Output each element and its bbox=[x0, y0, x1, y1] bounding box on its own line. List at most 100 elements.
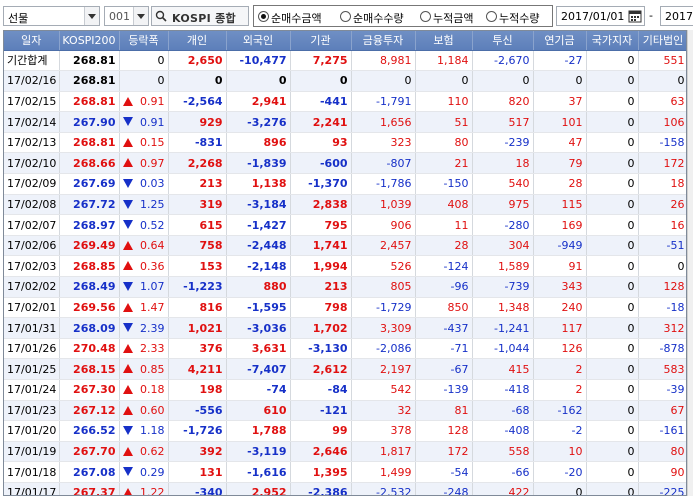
table-row[interactable]: 17/02/06 269.49 0.64 758 -2,448 1,741 2,457 28 3… bbox=[4, 235, 686, 257]
vertical-scrollbar[interactable] bbox=[687, 30, 693, 496]
table-row[interactable]: 17/01/25 268.15 0.85 4,211 -7,407 2,612 2,197-… bbox=[4, 358, 686, 380]
date-to-field[interactable]: 2017/ bbox=[660, 6, 693, 26]
change-value: 0.18 bbox=[140, 383, 165, 397]
column-header[interactable]: 금융투자 bbox=[351, 31, 416, 51]
value-cell: -96 bbox=[415, 276, 473, 298]
table-row[interactable]: 17/01/23 267.12 0.60 -556 610 -121 32 81 -68 -162… bbox=[4, 400, 686, 422]
table-row[interactable]: 17/02/08 267.72 1.25 319 -3,184 2,838 1,039 408… bbox=[4, 194, 686, 216]
value-cell: 0 bbox=[533, 70, 587, 92]
radio-unselected-icon[interactable] bbox=[340, 11, 351, 22]
value-cell: 172 bbox=[415, 441, 473, 463]
triangle-up-icon bbox=[122, 302, 133, 312]
table-row[interactable]: 17/01/26 270.48 2.33 376 3,631 -3,130 -2,086 -7… bbox=[4, 338, 686, 360]
change-cell: 1.18 bbox=[119, 420, 169, 442]
date-cell: 17/01/19 bbox=[4, 441, 60, 463]
value-cell: -162 bbox=[533, 400, 587, 422]
table-header-row: 일자 KOSPI200 등락폭 개인 외국인 기관 금융투자 보험 투신 연기금 국가지자 기타법인 bbox=[4, 31, 686, 51]
value-cell: -3,184 bbox=[226, 194, 291, 216]
chevron-down-icon[interactable] bbox=[133, 7, 148, 25]
column-header[interactable]: KOSPI200 bbox=[59, 31, 120, 51]
value-cell: 1,702 bbox=[290, 317, 352, 339]
table-row[interactable]: 17/01/18 267.08 0.29 131 -1,616 1,395 1,499 -54… bbox=[4, 461, 686, 483]
table-row[interactable]: 17/01/31 268.09 2.39 1,021 -3,036 1,702 3,309-… bbox=[4, 317, 686, 339]
value-cell: 28 bbox=[533, 173, 587, 195]
column-header[interactable]: 보험 bbox=[415, 31, 473, 51]
value-cell: 2,612 bbox=[290, 358, 352, 380]
change-value: 0.85 bbox=[140, 362, 165, 376]
value-cell: -161 bbox=[638, 420, 686, 442]
value-cell: 1,395 bbox=[290, 461, 352, 483]
value-cell: 610 bbox=[226, 400, 291, 422]
column-header[interactable]: 외국인 bbox=[226, 31, 291, 51]
change-cell: 0.36 bbox=[119, 255, 169, 278]
value-cell: 376 bbox=[168, 338, 227, 360]
value-cell: -831 bbox=[168, 132, 227, 154]
change-cell: 0.97 bbox=[119, 152, 169, 175]
value-cell: -1,370 bbox=[290, 173, 352, 195]
value-cell: 99 bbox=[290, 420, 352, 442]
table-row[interactable]: 17/02/15 268.81 0.91 -2,564 2,941 -441 -1,791 1… bbox=[4, 91, 686, 113]
table-row[interactable]: 기간합계 268.81 0 2,650 -10,477 7,275 8,981 1,184 -2… bbox=[4, 50, 686, 72]
search-icon[interactable] bbox=[155, 10, 167, 22]
column-header[interactable]: 기관 bbox=[290, 31, 352, 51]
kospi200-cell: 267.12 bbox=[59, 400, 120, 422]
value-cell: -139 bbox=[415, 379, 473, 401]
column-header[interactable]: 국가지자 bbox=[586, 31, 639, 51]
table-row[interactable]: 17/01/17 267.37 1.22 -340 2,952 -2,386 -2,532-… bbox=[4, 482, 686, 495]
date-from-field[interactable]: 2017/01/01 bbox=[556, 6, 645, 26]
radio-selected-icon[interactable] bbox=[258, 11, 269, 22]
table-row[interactable]: 17/02/09 267.69 0.03 213 1,138 -1,370 -1,786 -1… bbox=[4, 173, 686, 195]
value-cell: 816 bbox=[168, 297, 227, 319]
triangle-down-icon bbox=[122, 426, 133, 436]
change-value: 2.33 bbox=[140, 342, 165, 356]
triangle-up-icon bbox=[122, 96, 133, 106]
value-cell: 153 bbox=[168, 255, 227, 278]
column-header[interactable]: 연기금 bbox=[533, 31, 587, 51]
calendar-icon[interactable] bbox=[628, 9, 642, 23]
value-cell: 172 bbox=[638, 152, 686, 175]
value-cell: 0 bbox=[586, 400, 639, 422]
column-header[interactable]: 등락폭 bbox=[119, 31, 169, 51]
table-row[interactable]: 17/02/03 268.85 0.36 153 -2,148 1,994 526 -124 1… bbox=[4, 255, 686, 278]
value-cell: -949 bbox=[533, 235, 587, 257]
kospi200-cell: 266.52 bbox=[59, 420, 120, 442]
column-header[interactable]: 기타법인 bbox=[638, 31, 686, 51]
table-row[interactable]: 17/02/02 268.49 1.07 -1,223 880 213 805 -96 -739… bbox=[4, 276, 686, 298]
table-row[interactable]: 17/02/16 268.81 0 0 0 0 0 0 0 0 0 0 bbox=[4, 70, 686, 92]
table-row[interactable]: 17/02/13 268.81 0.15 -831 896 93 323 80 -239 47 0-… bbox=[4, 132, 686, 154]
value-cell: -878 bbox=[638, 338, 686, 360]
column-header[interactable]: 투신 bbox=[472, 31, 534, 51]
table-row[interactable]: 17/02/14 267.90 0.91 929 -3,276 2,241 1,656 51 5… bbox=[4, 111, 686, 133]
value-cell: 378 bbox=[351, 420, 416, 442]
table-row[interactable]: 17/01/24 267.30 0.18 198 -74 -84 542 -139 -418 2 0… bbox=[4, 379, 686, 401]
table-row[interactable]: 17/02/10 268.66 0.97 2,268 -1,839 -600 -807 21 1… bbox=[4, 152, 686, 175]
value-cell: -408 bbox=[472, 420, 534, 442]
kospi200-cell: 268.09 bbox=[59, 317, 120, 339]
column-header[interactable]: 개인 bbox=[168, 31, 227, 51]
value-cell: 0 bbox=[638, 255, 686, 278]
value-cell: 0 bbox=[586, 338, 639, 360]
value-cell: 0 bbox=[586, 255, 639, 278]
radio-unselected-icon[interactable] bbox=[420, 11, 431, 22]
value-cell: 37 bbox=[533, 91, 587, 113]
value-cell: 101 bbox=[533, 111, 587, 133]
value-cell: -2,670 bbox=[472, 50, 534, 72]
market-select[interactable]: 선물 bbox=[3, 6, 100, 26]
chevron-down-icon[interactable] bbox=[84, 7, 99, 25]
value-cell: -441 bbox=[290, 91, 352, 113]
kospi200-cell: 269.49 bbox=[59, 235, 120, 257]
table-row[interactable]: 17/02/01 269.56 1.47 816 -1,595 798 -1,729 850 1… bbox=[4, 297, 686, 319]
value-cell: -71 bbox=[415, 338, 473, 360]
value-cell: 0 bbox=[586, 235, 639, 257]
value-cell: -74 bbox=[226, 379, 291, 401]
value-cell: 0 bbox=[415, 70, 473, 92]
radio-unselected-icon[interactable] bbox=[486, 11, 497, 22]
table-row[interactable]: 17/01/20 266.52 1.18 -1,726 1,788 99 378 128 -40… bbox=[4, 420, 686, 442]
code-select[interactable]: 001 bbox=[104, 6, 149, 26]
value-cell: -54 bbox=[415, 461, 473, 483]
value-cell: 758 bbox=[168, 235, 227, 257]
index-search-box[interactable]: KOSPI 종합 bbox=[151, 6, 249, 26]
column-header[interactable]: 일자 bbox=[4, 31, 60, 51]
table-row[interactable]: 17/01/19 267.70 0.62 392 -3,119 2,646 1,817 172… bbox=[4, 441, 686, 463]
table-row[interactable]: 17/02/07 268.97 0.52 615 -1,427 795 906 11 -280 1… bbox=[4, 214, 686, 236]
